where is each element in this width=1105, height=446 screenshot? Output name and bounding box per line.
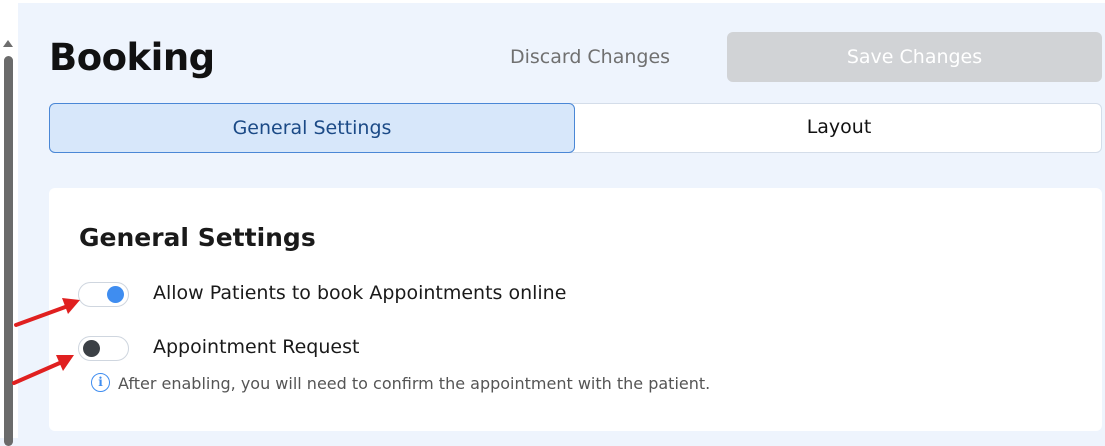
tab-layout[interactable]: Layout <box>575 103 1103 153</box>
general-settings-card: General Settings Allow Patients to book … <box>49 188 1102 431</box>
tab-bar: General Settings Layout <box>49 103 1102 153</box>
appointment-request-label: Appointment Request <box>153 336 360 358</box>
discard-changes-button[interactable]: Discard Changes <box>480 38 700 76</box>
online-booking-label: Allow Patients to book Appointments onli… <box>153 282 567 304</box>
top-strip <box>0 0 1105 3</box>
red-arrow-icon <box>12 355 74 385</box>
red-arrow-icon <box>14 298 80 327</box>
save-changes-button[interactable]: Save Changes <box>727 32 1102 82</box>
tab-general-settings[interactable]: General Settings <box>49 103 575 153</box>
annotation-arrows <box>12 298 80 385</box>
info-text: After enabling, you will need to confirm… <box>118 374 711 393</box>
